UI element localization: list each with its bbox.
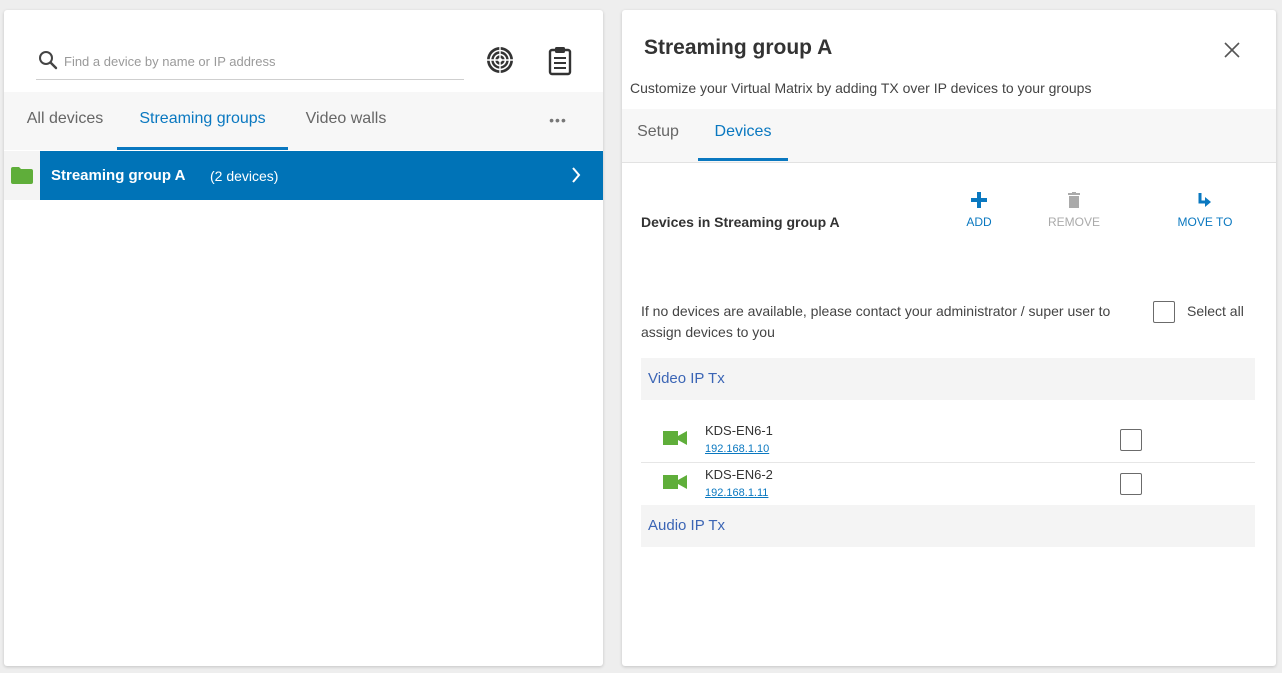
tab-streaming-groups-label: Streaming groups: [139, 110, 266, 127]
clipboard-button[interactable]: [544, 44, 576, 76]
tab-video-walls[interactable]: Video walls: [294, 92, 398, 150]
group-details-panel: Streaming group A Customize your Virtual…: [622, 10, 1276, 666]
device-tabs: All devices Streaming groups Video walls: [4, 92, 603, 150]
group-name: Streaming group A: [51, 167, 186, 184]
add-button[interactable]: ADD: [939, 192, 1019, 229]
group-device-count: (2 devices): [210, 168, 279, 184]
search-bar: [36, 46, 464, 80]
active-tab-underline: [698, 158, 788, 161]
remove-button[interactable]: REMOVE: [1034, 192, 1114, 229]
panel-title: Streaming group A: [644, 36, 833, 59]
tab-video-walls-label: Video walls: [305, 110, 387, 127]
category-label: Video IP Tx: [648, 370, 725, 387]
folder-cell: [4, 151, 40, 200]
video-camera-icon: [663, 431, 687, 445]
remove-label: REMOVE: [1047, 215, 1100, 229]
more-options-button[interactable]: •••: [542, 112, 574, 132]
folder-icon: [11, 167, 33, 184]
video-camera-icon: [663, 475, 687, 489]
tab-all-devices[interactable]: All devices: [18, 92, 112, 150]
device-name: KDS-EN6-1: [705, 423, 773, 438]
radar-button[interactable]: [484, 44, 516, 76]
select-all-label: Select all: [1187, 303, 1244, 319]
device-row: KDS-EN6-2 192.168.1.11: [641, 463, 1255, 507]
trash-icon: [1068, 192, 1080, 208]
close-icon: [1224, 42, 1240, 58]
device-checkbox[interactable]: [1120, 429, 1142, 451]
selected-group-highlight: Streaming group A (2 devices): [40, 151, 603, 200]
close-button[interactable]: [1222, 40, 1242, 60]
device-browser-panel: All devices Streaming groups Video walls…: [4, 10, 603, 666]
device-checkbox[interactable]: [1120, 473, 1142, 495]
devices-heading: Devices in Streaming group A: [641, 214, 840, 230]
select-all-checkbox[interactable]: [1153, 301, 1175, 323]
tab-setup[interactable]: Setup: [628, 109, 688, 161]
category-video-ip-tx: Video IP Tx: [641, 358, 1255, 400]
tab-setup-label: Setup: [637, 123, 679, 140]
no-devices-info: If no devices are available, please cont…: [641, 303, 1111, 340]
chevron-right-icon: [572, 167, 581, 183]
device-ip-link[interactable]: 192.168.1.11: [705, 487, 768, 499]
detail-tabs: Setup Devices: [622, 109, 1276, 163]
category-label: Audio IP Tx: [648, 517, 725, 534]
tab-all-devices-label: All devices: [26, 110, 104, 127]
device-row: KDS-EN6-1 192.168.1.10: [641, 419, 1255, 463]
plus-icon: [971, 192, 987, 208]
device-ip-link[interactable]: 192.168.1.10: [705, 443, 769, 455]
clipboard-icon: [548, 47, 572, 76]
move-to-button[interactable]: MOVE TO: [1165, 192, 1245, 229]
tab-devices[interactable]: Devices: [698, 109, 788, 161]
tab-devices-label: Devices: [714, 123, 772, 140]
move-arrow-icon: [1198, 193, 1211, 207]
radar-icon: [486, 46, 514, 74]
device-name: KDS-EN6-2: [705, 467, 773, 482]
active-tab-underline: [117, 147, 288, 150]
move-to-label: MOVE TO: [1177, 215, 1233, 229]
search-icon: [39, 51, 58, 70]
tab-streaming-groups[interactable]: Streaming groups: [117, 92, 288, 150]
group-list-item[interactable]: Streaming group A (2 devices): [4, 151, 603, 200]
add-label: ADD: [966, 215, 992, 229]
panel-subtitle: Customize your Virtual Matrix by adding …: [630, 80, 1092, 96]
search-input[interactable]: [64, 50, 454, 72]
category-audio-ip-tx: Audio IP Tx: [641, 505, 1255, 547]
